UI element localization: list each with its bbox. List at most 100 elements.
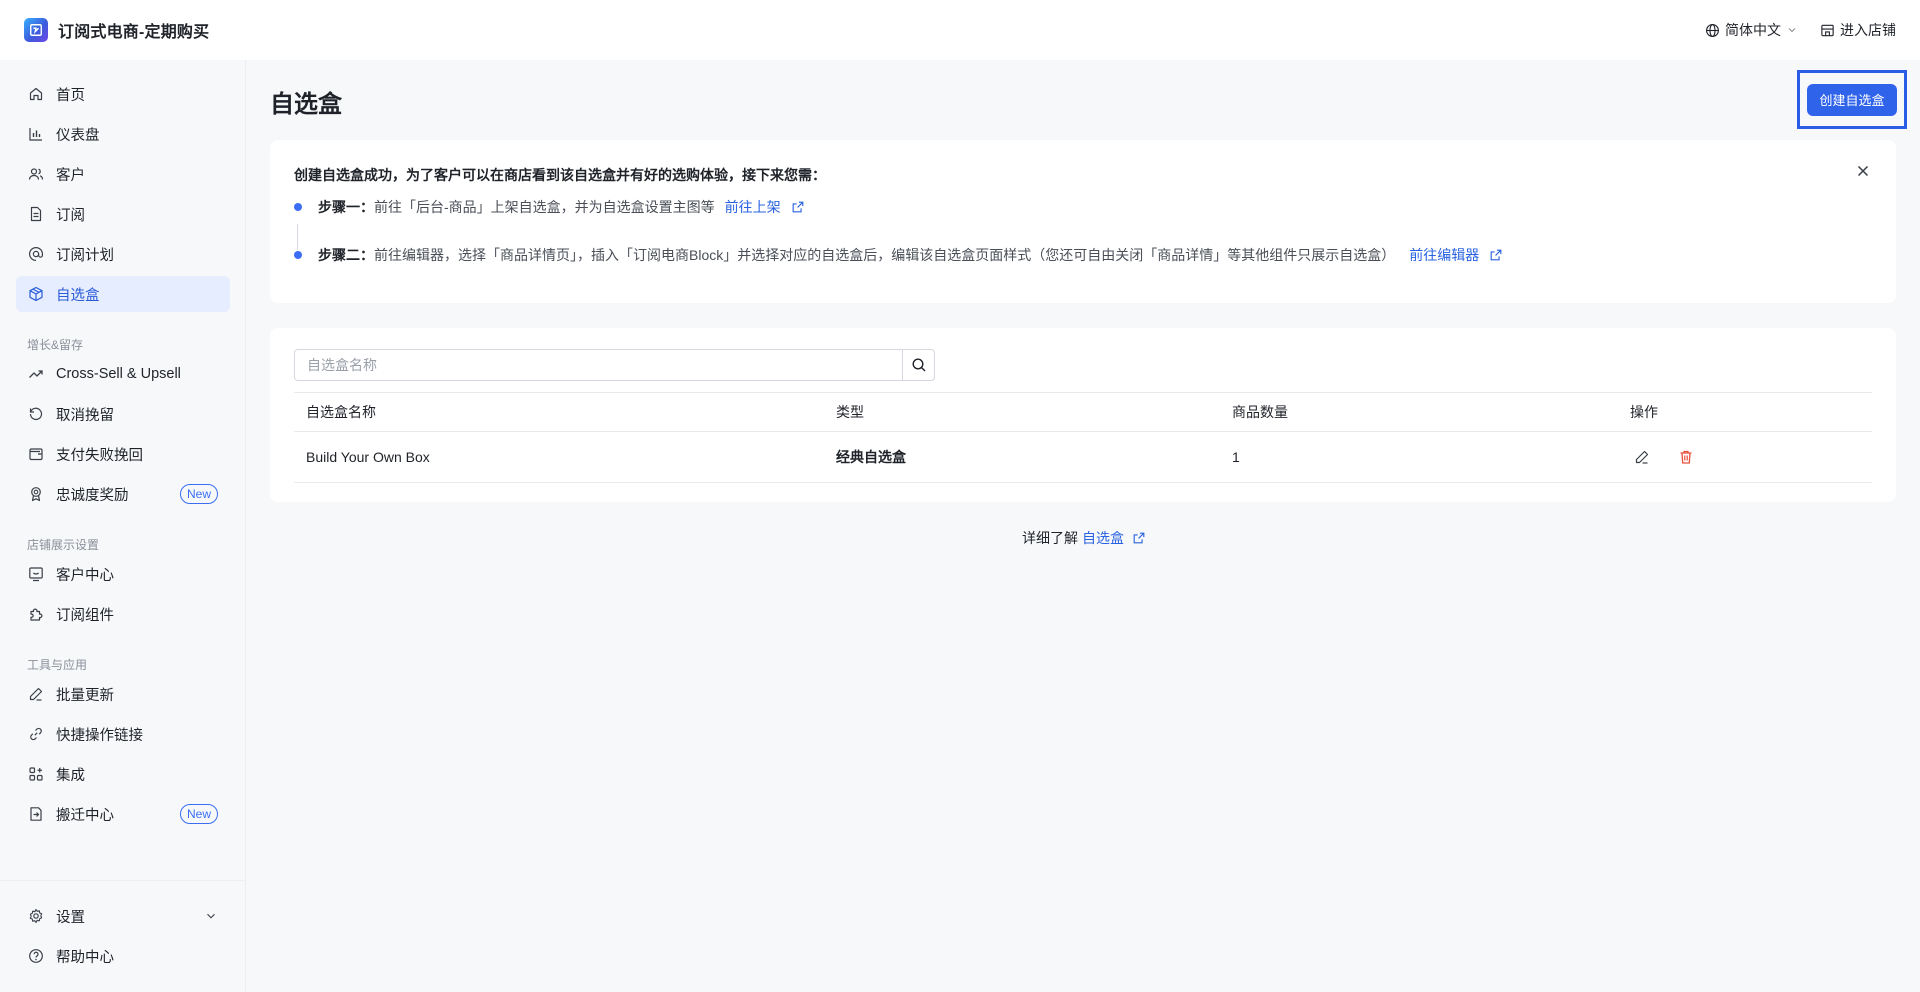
sidebar-item-payment-recovery[interactable]: 支付失败挽回 — [16, 436, 230, 472]
step-dot — [294, 251, 302, 259]
award-icon — [28, 486, 44, 502]
edit-button[interactable] — [1632, 447, 1652, 467]
step-two: 步骤二： 前往编辑器，选择「商品详情页」，插入「订阅电商Block」并选择对应的… — [318, 245, 1503, 265]
link-icon — [28, 726, 44, 742]
step-two-label: 步骤二： — [318, 247, 374, 263]
sidebar-item-label: 忠诚度奖励 — [56, 487, 129, 504]
sidebar-item-widgets[interactable]: 订阅组件 — [16, 596, 230, 632]
sidebar-item-integrations[interactable]: 集成 — [16, 756, 230, 792]
sidebar-item-label: 自选盒 — [56, 287, 100, 304]
sidebar-item-label: 集成 — [56, 767, 85, 784]
sidebar-item-label: 订阅计划 — [56, 247, 114, 264]
column-header-actions: 操作 — [1630, 404, 1658, 420]
language-label: 简体中文 — [1725, 22, 1781, 38]
sidebar-item-cancel-retention[interactable]: 取消挽留 — [16, 396, 230, 432]
bar-chart-icon — [28, 126, 44, 142]
sidebar-item-bulk-update[interactable]: 批量更新 — [16, 676, 230, 712]
app-title: 订阅式电商-定期购买 — [58, 24, 210, 41]
refresh-icon — [28, 406, 44, 422]
search-bar — [294, 349, 935, 381]
notice-title: 创建自选盒成功，为了客户可以在商店看到该自选盒并有好的选购体验，接下来您需： — [294, 167, 826, 183]
sidebar-divider — [0, 880, 246, 881]
chevron-down-icon — [1788, 28, 1796, 33]
sidebar-item-label: 搬迁中心 — [56, 807, 114, 824]
close-icon[interactable] — [1854, 162, 1872, 180]
actions-cell — [1632, 432, 1696, 482]
learn-more-link[interactable]: 自选盒 — [1082, 528, 1146, 548]
success-notice: 创建自选盒成功，为了客户可以在商店看到该自选盒并有好的选购体验，接下来您需： 步… — [270, 140, 1896, 303]
create-build-box-button[interactable]: 创建自选盒 — [1807, 83, 1897, 116]
box-type-cell: 经典自选盒 — [836, 449, 906, 465]
sidebar-item-label: 首页 — [56, 87, 85, 104]
top-header: 订阅式电商-定期购买 简体中文 进入店铺 — [0, 0, 1920, 60]
column-header-count: 商品数量 — [1232, 404, 1288, 420]
document-icon — [28, 206, 44, 222]
learn-more: 详细了解 自选盒 — [1022, 528, 1146, 548]
nav-group-growth: 增长&留存 — [27, 338, 84, 352]
search-input[interactable] — [295, 350, 902, 380]
column-header-type: 类型 — [836, 404, 864, 420]
sidebar-item-quick-links[interactable]: 快捷操作链接 — [16, 716, 230, 752]
product-count-cell: 1 — [1232, 449, 1240, 465]
new-badge: New — [179, 484, 218, 504]
sidebar-item-label: 批量更新 — [56, 687, 114, 704]
chevron-down-icon — [207, 913, 215, 919]
sidebar-item-build-box[interactable]: 自选盒 — [16, 276, 230, 312]
go-list-product-link[interactable]: 前往上架 — [725, 197, 805, 217]
help-icon — [28, 948, 44, 964]
table-header: 自选盒名称 类型 商品数量 操作 — [294, 392, 1872, 432]
pen-icon — [28, 686, 44, 702]
smile-monitor-icon — [28, 566, 44, 582]
new-badge: New — [179, 804, 218, 824]
build-box-table-card: 自选盒名称 类型 商品数量 操作 Build Your Own Box 经典自选… — [270, 328, 1896, 502]
go-editor-link[interactable]: 前往编辑器 — [1409, 245, 1503, 265]
sidebar-item-label: 设置 — [56, 909, 85, 926]
step-two-text: 前往编辑器，选择「商品详情页」，插入「订阅电商Block」并选择对应的自选盒后，… — [374, 247, 1396, 263]
external-link-icon — [1490, 249, 1502, 261]
sidebar-item-migration[interactable]: 搬迁中心 New — [16, 796, 230, 832]
sidebar-item-label: 客户中心 — [56, 567, 114, 584]
sidebar-item-label: 取消挽留 — [56, 407, 114, 424]
go-editor-label: 前往编辑器 — [1409, 247, 1480, 263]
language-switcher[interactable]: 简体中文 — [1705, 20, 1798, 40]
step-one-label: 步骤一： — [318, 199, 374, 215]
sidebar-item-loyalty[interactable]: 忠诚度奖励 New — [16, 476, 230, 512]
sidebar-item-help[interactable]: 帮助中心 — [16, 938, 230, 974]
edit-icon — [1635, 450, 1649, 464]
column-header-name: 自选盒名称 — [306, 404, 376, 420]
sidebar-item-dashboard[interactable]: 仪表盘 — [16, 116, 230, 152]
enter-store-label: 进入店铺 — [1840, 22, 1896, 38]
app-logo-icon — [24, 18, 48, 42]
sidebar-item-customers[interactable]: 客户 — [16, 156, 230, 192]
table-row: Build Your Own Box 经典自选盒 1 — [294, 432, 1872, 483]
nav-group-store: 店铺展示设置 — [27, 538, 100, 552]
gear-icon — [28, 908, 44, 924]
sidebar-item-subscriptions[interactable]: 订阅 — [16, 196, 230, 232]
sidebar-item-settings[interactable]: 设置 — [16, 898, 230, 934]
grid-icon — [28, 766, 44, 782]
step-one-text: 前往「后台-商品」上架自选盒，并为自选盒设置主图等 — [374, 199, 715, 215]
learn-more-prefix: 详细了解 — [1022, 530, 1078, 546]
sidebar: 首页 仪表盘 客户 订阅 订阅计划 自选盒 增长&留存 Cross-Sell &… — [0, 60, 246, 992]
users-icon — [28, 166, 44, 182]
sidebar-item-label: 支付失败挽回 — [56, 447, 143, 464]
sidebar-item-customer-center[interactable]: 客户中心 — [16, 556, 230, 592]
home-icon — [28, 86, 44, 102]
migrate-icon — [28, 806, 44, 822]
sidebar-item-label: Cross-Sell & Upsell — [56, 366, 181, 382]
at-sign-icon — [28, 246, 44, 262]
search-button[interactable] — [902, 350, 934, 380]
step-dot — [294, 203, 302, 211]
sidebar-item-label: 客户 — [56, 167, 85, 184]
sidebar-item-label: 订阅 — [56, 207, 85, 224]
enter-store-link[interactable]: 进入店铺 — [1820, 20, 1896, 40]
sidebar-item-cross-sell[interactable]: Cross-Sell & Upsell — [16, 356, 230, 392]
go-list-product-label: 前往上架 — [724, 199, 781, 215]
external-link-icon — [1133, 532, 1145, 544]
delete-button[interactable] — [1676, 447, 1696, 467]
brand: 订阅式电商-定期购买 — [24, 18, 209, 42]
sidebar-item-plans[interactable]: 订阅计划 — [16, 236, 230, 272]
trend-up-icon — [28, 366, 44, 382]
sidebar-item-home[interactable]: 首页 — [16, 76, 230, 112]
sidebar-item-label: 仪表盘 — [56, 127, 100, 144]
